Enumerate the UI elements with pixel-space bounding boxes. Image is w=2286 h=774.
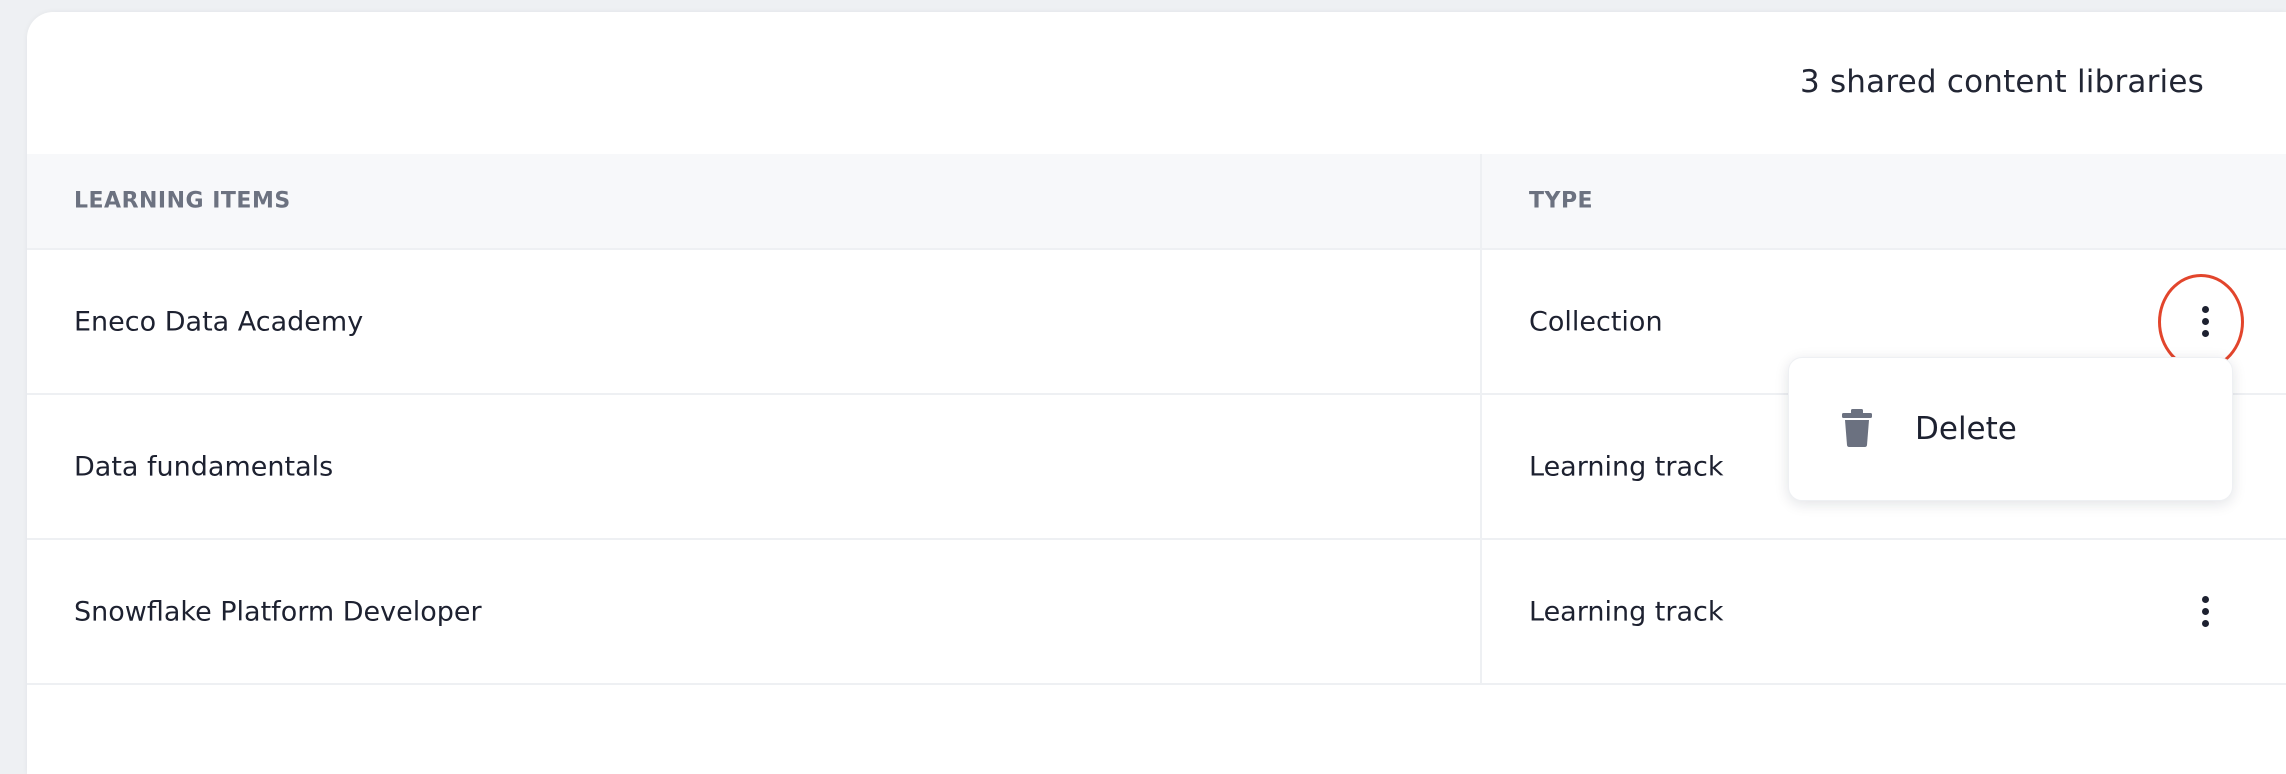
column-divider — [1480, 250, 1482, 393]
more-dot — [2201, 306, 2209, 313]
more-dot — [2201, 318, 2209, 325]
library-count: 3 shared content libraries — [1799, 64, 2204, 100]
trash-icon — [1842, 409, 1872, 447]
more-dot — [2201, 620, 2209, 627]
more-actions-button[interactable] — [2190, 591, 2220, 633]
learning-item-name: Snowflake Platform Developer — [74, 596, 482, 627]
delete-menu-item[interactable]: Delete — [1789, 358, 2232, 500]
learning-item-type: Learning track — [1529, 596, 1724, 627]
more-actions-button[interactable] — [2190, 301, 2220, 343]
more-dot — [2201, 596, 2209, 603]
learning-item-name: Data fundamentals — [74, 451, 334, 482]
column-divider — [1480, 395, 1482, 538]
row-actions-menu: Delete — [1788, 357, 2233, 501]
column-divider — [1480, 540, 1482, 683]
more-dot — [2201, 330, 2209, 337]
header-type: TYPE — [1529, 188, 1594, 214]
more-dot — [2201, 608, 2209, 615]
table-row: Snowflake Platform Developer Learning tr… — [27, 540, 2286, 685]
column-divider — [1480, 154, 1482, 248]
learning-item-type: Learning track — [1529, 451, 1724, 482]
learning-item-name: Eneco Data Academy — [74, 306, 364, 337]
table-header: LEARNING ITEMS TYPE — [27, 154, 2286, 250]
delete-label: Delete — [1915, 411, 2017, 447]
header-learning-items: LEARNING ITEMS — [74, 188, 291, 214]
learning-item-type: Collection — [1529, 306, 1663, 337]
